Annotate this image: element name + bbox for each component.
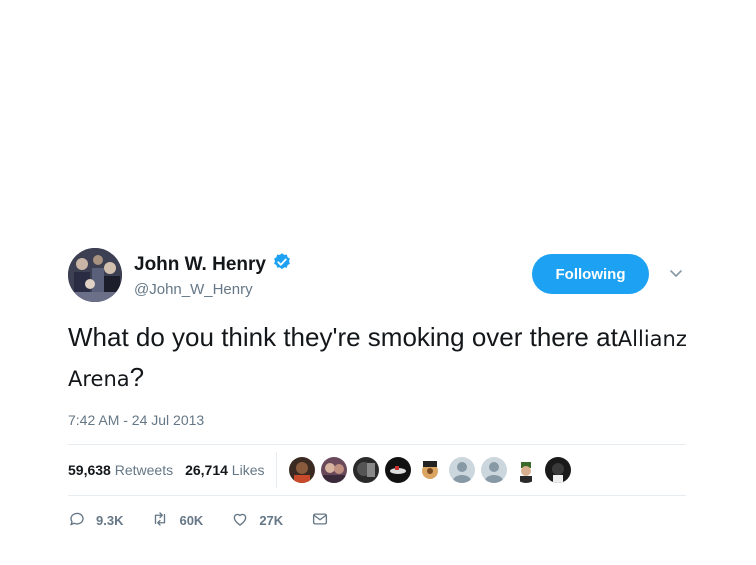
name-row: John W. Henry [134,252,292,277]
liker-avatar[interactable] [417,457,444,483]
reply-count: 9.3K [96,513,124,528]
author-handle[interactable]: @John_W_Henry [134,281,253,298]
retweet-icon [151,510,169,531]
like-count: 27K [259,513,284,528]
tweet-text: What do you think they're smoking over t… [68,318,698,398]
tweet-stats: 59,638 Retweets 26,714 Likes [68,444,686,496]
reply-icon [68,510,86,531]
tweet-text-end: ? [129,362,145,392]
chevron-down-icon[interactable] [668,265,684,281]
verified-badge-icon [272,252,292,277]
likes-label: Likes [231,462,265,478]
liker-avatar[interactable] [545,457,572,483]
tweet-timestamp[interactable]: 7:42 AM - 24 Jul 2013 [68,412,688,428]
heart-icon [231,510,249,531]
reply-action[interactable]: 9.3K [68,510,123,531]
liker-avatar[interactable] [353,457,380,483]
retweets-count: 59,638 [68,462,111,478]
liker-avatar[interactable] [321,457,348,483]
likes-stat[interactable]: 26,714 Likes [185,462,264,478]
envelope-icon [311,510,329,531]
retweet-action[interactable]: 60K [151,510,203,531]
liker-avatar[interactable] [449,457,476,483]
author-display-name[interactable]: John W. Henry [134,254,266,276]
like-action[interactable]: 27K [231,510,283,531]
liker-avatars [289,457,572,483]
direct-message-action[interactable] [311,510,329,531]
retweets-stat[interactable]: 59,638 Retweets [68,462,173,478]
retweet-count: 60K [179,513,204,528]
liker-avatar[interactable] [481,457,508,483]
stats-divider [276,452,278,488]
liker-avatar[interactable] [289,457,316,483]
likes-count: 26,714 [185,462,228,478]
following-button[interactable]: Following [532,254,649,294]
retweets-label: Retweets [114,462,174,478]
liker-avatar[interactable] [385,457,412,483]
liker-avatar[interactable] [513,457,540,483]
tweet-card: John W. Henry @John_W_Henry Following Wh… [68,246,688,531]
page: John W. Henry @John_W_Henry Following Wh… [0,0,756,565]
tweet-header: John W. Henry @John_W_Henry Following [68,246,688,306]
author-avatar[interactable] [68,248,122,302]
tweet-text-main: What do you think they're smoking over t… [68,322,618,352]
tweet-actions: 9.3K 60K 27K [68,510,688,531]
